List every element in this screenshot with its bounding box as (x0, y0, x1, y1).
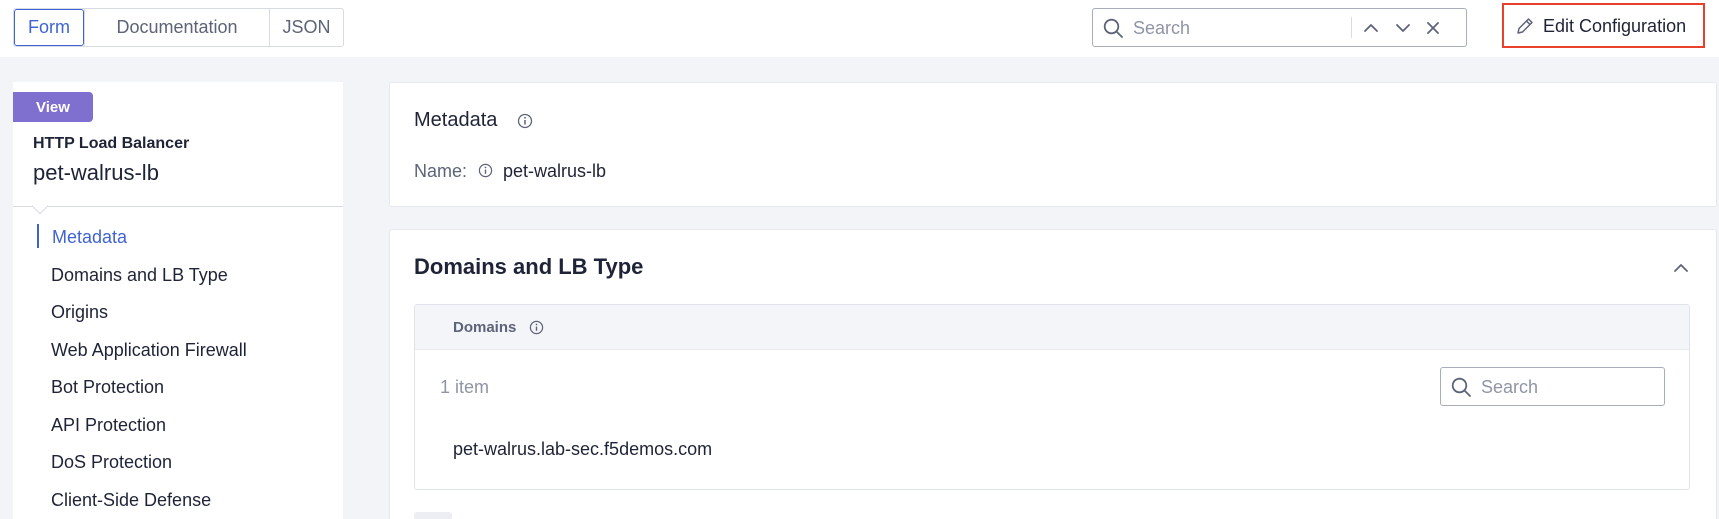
item-count: 1 item (440, 377, 490, 397)
object-type-label: HTTP Load Balancer (33, 135, 190, 152)
sidebar-item-origins[interactable]: Origins (13, 294, 343, 332)
sidebar-item-api-protection[interactable]: API Protection (13, 407, 343, 445)
sidebar-caret (31, 197, 49, 215)
domains-header: Domains (415, 305, 1689, 350)
domains-list-panel: Domains 1 item pet-walrus.lab-sec.f5demo… (414, 304, 1690, 490)
left-sidebar: View HTTP Load Balancer pet-walrus-lb Me… (13, 82, 343, 519)
name-label: Name: (414, 161, 468, 181)
tab-form[interactable]: Form (14, 9, 84, 46)
metadata-title: Metadata (414, 109, 498, 131)
domains-header-label: Domains (453, 319, 517, 336)
edit-configuration-label: Edit Configuration (1543, 16, 1687, 36)
list-item: pet-walrus.lab-sec.f5demos.com (453, 439, 713, 459)
domains-card: Domains and LB Type Domains 1 item pet-w… (389, 229, 1717, 519)
next-section-stub (414, 512, 452, 519)
chevron-up-icon[interactable] (1361, 18, 1381, 38)
sidebar-item-bot-protection[interactable]: Bot Protection (13, 369, 343, 407)
tab-documentation[interactable]: Documentation (84, 9, 269, 46)
sidebar-item-dos-protection[interactable]: DoS Protection (13, 444, 343, 482)
view-badge: View (13, 92, 93, 122)
close-icon[interactable] (1423, 18, 1443, 38)
metadata-card: Metadata Name: pet-walrus-lb (389, 82, 1717, 207)
sidebar-item-client-side-defense[interactable]: Client-Side Defense (13, 482, 343, 519)
search-separator (1351, 17, 1352, 38)
name-value: pet-walrus-lb (503, 161, 607, 181)
object-name: pet-walrus-lb (33, 160, 159, 185)
search-icon (1103, 18, 1123, 38)
domains-search-input[interactable] (1481, 373, 1656, 401)
sidebar-item-web-application-firewall[interactable]: Web Application Firewall (13, 332, 343, 370)
info-icon[interactable] (517, 113, 533, 129)
sidebar-item-metadata[interactable]: Metadata (13, 219, 343, 257)
domains-search-box (1440, 367, 1665, 406)
domains-section-title: Domains and LB Type (414, 254, 644, 279)
sidebar-item-domains-and-lb-type[interactable]: Domains and LB Type (13, 257, 343, 295)
info-icon[interactable] (478, 163, 493, 178)
top-search-input[interactable] (1133, 14, 1433, 42)
chevron-up-icon[interactable] (1671, 258, 1691, 278)
view-mode-tabs: Form Documentation JSON (13, 8, 344, 47)
top-search-box (1092, 8, 1467, 47)
info-icon[interactable] (529, 320, 544, 335)
sidebar-nav: Metadata Domains and LB Type Origins Web… (13, 219, 343, 519)
top-toolbar: Form Documentation JSON Edit Configurati… (0, 0, 1719, 57)
search-icon (1451, 377, 1471, 397)
sidebar-divider (13, 206, 343, 207)
tab-json[interactable]: JSON (269, 9, 343, 46)
pencil-icon (1517, 18, 1533, 34)
edit-configuration-button[interactable]: Edit Configuration (1502, 3, 1705, 48)
chevron-down-icon[interactable] (1393, 18, 1413, 38)
